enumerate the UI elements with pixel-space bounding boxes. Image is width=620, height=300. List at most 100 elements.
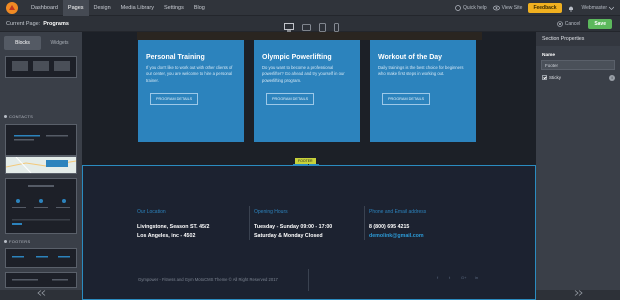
program-card: Workout of the Day Daily trainings is th… bbox=[370, 40, 476, 142]
chevron-down-icon bbox=[609, 6, 614, 10]
feedback-label: Feedback bbox=[533, 5, 557, 11]
cancel-label: Cancel bbox=[564, 21, 581, 27]
program-details-button[interactable]: PROGRAM DETAILS bbox=[266, 93, 315, 105]
twitter-icon[interactable]: t bbox=[449, 275, 450, 280]
column-divider bbox=[364, 206, 365, 240]
location-column: Our Location Livingstone, Season ST. 45/… bbox=[137, 209, 209, 241]
card-title: Personal Training bbox=[146, 54, 205, 61]
section-label-contacts: CONTACTS bbox=[4, 114, 33, 119]
user-name: Webmaster bbox=[581, 5, 607, 11]
nav-media-library[interactable]: Media Library bbox=[116, 0, 159, 16]
address-line-1: Livingstone, Season ST. 45/2 bbox=[137, 224, 210, 230]
card-title: Olympic Powerlifting bbox=[262, 54, 332, 61]
card-title: Workout of the Day bbox=[378, 54, 443, 61]
double-chevron-right-icon bbox=[574, 290, 583, 296]
collapse-left-panel-button[interactable] bbox=[0, 290, 82, 300]
contact-heading: Phone and Email address bbox=[369, 209, 427, 215]
quick-help-label: Quick help bbox=[463, 5, 487, 11]
top-right-actions: Quick help View Site Feedback Webmaster bbox=[449, 0, 616, 16]
thumbnail-preview bbox=[6, 179, 76, 233]
feedback-button[interactable]: Feedback bbox=[528, 3, 562, 13]
column-divider bbox=[249, 206, 250, 240]
name-label: Name bbox=[542, 53, 556, 58]
section-label-footers: FOOTERS bbox=[4, 239, 30, 244]
copyright-text: Gympower - Fitness and Gym MotoCMS Theme… bbox=[138, 277, 278, 282]
map-thumbnail bbox=[5, 156, 77, 174]
nav-blog[interactable]: Blog bbox=[189, 0, 210, 16]
footer-divider bbox=[308, 269, 309, 291]
phone-icon bbox=[334, 23, 339, 32]
page-canvas[interactable]: Personal Training If you don't like to w… bbox=[82, 32, 536, 300]
tablet-icon bbox=[319, 23, 326, 32]
block-thumbnail[interactable] bbox=[5, 248, 77, 268]
app-logo-icon[interactable] bbox=[6, 2, 18, 14]
editor-toolbar: Current Page: Programs Cancel Save bbox=[0, 16, 620, 32]
cancel-button[interactable]: Cancel bbox=[556, 21, 581, 27]
nav-settings[interactable]: Settings bbox=[159, 0, 189, 16]
thumbnail-preview bbox=[6, 249, 76, 267]
program-details-button[interactable]: PROGRAM DETAILS bbox=[150, 93, 199, 105]
google-plus-icon[interactable]: G+ bbox=[461, 275, 466, 280]
section-name-input[interactable] bbox=[541, 60, 615, 70]
double-chevron-left-icon bbox=[36, 290, 45, 296]
section-properties-panel: Section Properties Name Sticky i bbox=[536, 32, 620, 300]
thumbnail-preview bbox=[6, 273, 76, 287]
card-text: If you don't like to work out with other… bbox=[146, 65, 233, 83]
sticky-checkbox[interactable]: Sticky bbox=[542, 75, 561, 80]
linkedin-icon[interactable]: in bbox=[475, 275, 478, 280]
close-icon bbox=[556, 21, 563, 27]
collapse-right-panel-button[interactable] bbox=[536, 290, 620, 300]
email-link[interactable]: demolink@gmail.com bbox=[369, 232, 426, 241]
eye-icon bbox=[492, 5, 500, 11]
thumbnail-preview bbox=[6, 125, 76, 155]
location-heading: Our Location bbox=[137, 209, 166, 215]
nav-pages[interactable]: Pages bbox=[62, 0, 89, 16]
address-line-2: Los Angeles, inc - 4502 bbox=[137, 233, 196, 239]
block-thumbnail[interactable] bbox=[5, 178, 77, 234]
hours-column: Opening Hours Tuesday - Sunday 09:00 - 1… bbox=[254, 209, 332, 241]
current-page-name[interactable]: Programs bbox=[43, 21, 69, 27]
notifications-button[interactable] bbox=[568, 5, 576, 12]
tab-blocks[interactable]: Blocks bbox=[4, 36, 41, 50]
desktop-icon bbox=[284, 23, 294, 32]
tablet-landscape-icon bbox=[302, 24, 311, 31]
hours-line-2: Saturday & Monday Closed bbox=[254, 233, 323, 239]
view-site-label: View Site bbox=[501, 5, 523, 11]
footer-section[interactable]: Our Location Livingstone, Season ST. 45/… bbox=[82, 165, 536, 300]
block-thumbnail[interactable] bbox=[5, 156, 77, 174]
save-button[interactable]: Save bbox=[588, 19, 612, 29]
panel-tabs: Blocks Widgets bbox=[4, 36, 78, 50]
sticky-label: Sticky bbox=[549, 75, 562, 80]
nav-design[interactable]: Design bbox=[89, 0, 116, 16]
blocks-panel: Blocks Widgets CONTACTS FOOTERS bbox=[0, 32, 82, 300]
facebook-icon[interactable]: f bbox=[437, 275, 438, 280]
tab-widgets[interactable]: Widgets bbox=[41, 36, 78, 50]
phone-number: 8 (800) 695 4215 bbox=[369, 224, 410, 230]
block-thumbnail[interactable] bbox=[5, 272, 77, 288]
card-text: Daily trainings is the best choice for b… bbox=[378, 65, 464, 77]
quick-help-link[interactable]: Quick help bbox=[455, 5, 487, 11]
block-thumbnail[interactable] bbox=[5, 56, 77, 78]
hours-heading: Opening Hours bbox=[254, 209, 288, 215]
bell-icon bbox=[568, 6, 573, 12]
hero-image-strip bbox=[137, 32, 482, 40]
view-site-link[interactable]: View Site bbox=[492, 5, 523, 11]
program-card: Olympic Powerlifting Do you want to beco… bbox=[254, 40, 360, 142]
breadcrumb-prefix: Current Page: bbox=[6, 21, 41, 27]
contact-column: Phone and Email address 8 (800) 695 4215… bbox=[369, 209, 426, 241]
program-details-button[interactable]: PROGRAM DETAILS bbox=[382, 93, 431, 105]
program-card: Personal Training If you don't like to w… bbox=[138, 40, 244, 142]
block-thumbnail[interactable] bbox=[5, 124, 77, 156]
top-bar: Dashboard Pages Design Media Library Set… bbox=[0, 0, 620, 16]
info-icon[interactable]: i bbox=[609, 75, 615, 81]
save-actions: Cancel Save bbox=[556, 19, 612, 29]
user-menu[interactable]: Webmaster bbox=[582, 5, 616, 11]
nav-dashboard[interactable]: Dashboard bbox=[26, 0, 63, 16]
breadcrumb: Current Page: Programs bbox=[6, 16, 69, 32]
card-text: Do you want to become a professional pow… bbox=[262, 65, 345, 83]
panel-title: Section Properties bbox=[536, 32, 620, 46]
checkbox-checked-icon[interactable] bbox=[542, 75, 547, 80]
main-nav: Dashboard Pages Design Media Library Set… bbox=[26, 0, 210, 16]
thumbnail-preview bbox=[6, 57, 76, 77]
hours-line-1: Tuesday - Sunday 09:00 - 17:00 bbox=[254, 224, 333, 230]
